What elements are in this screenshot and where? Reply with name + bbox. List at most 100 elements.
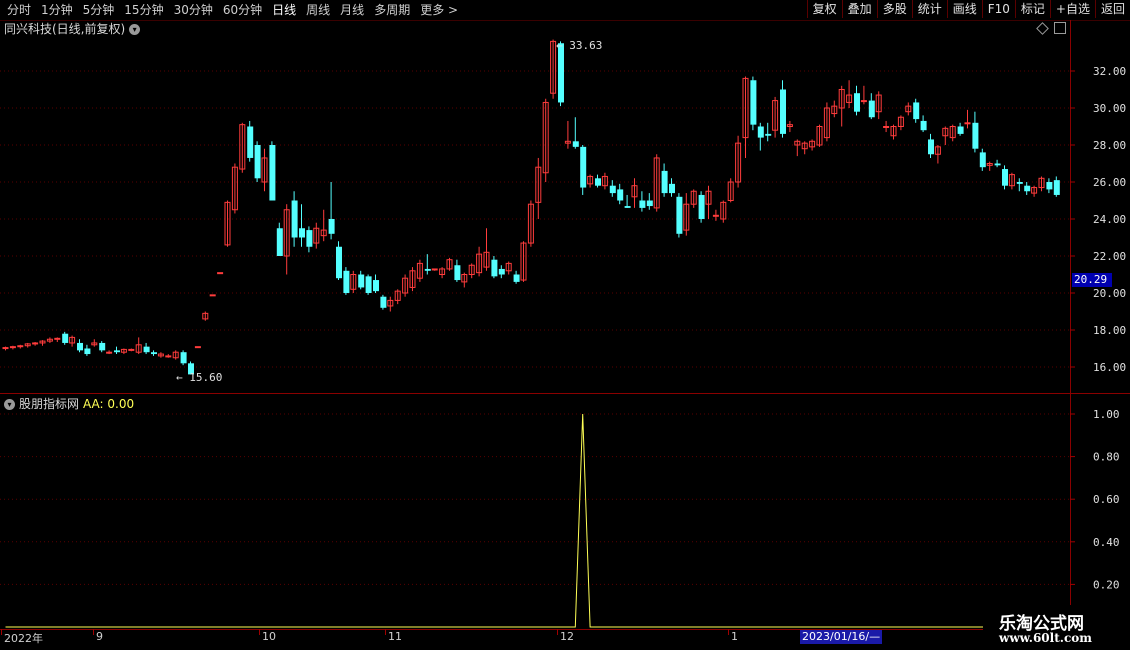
candle-body — [624, 206, 631, 208]
candle-body — [254, 145, 261, 179]
indicator-axis-label: 1.00 — [1093, 408, 1120, 421]
candle-body — [609, 185, 616, 194]
candle-body — [217, 272, 224, 275]
candle-body — [580, 146, 587, 188]
indicator-name: 股朋指标网 — [19, 397, 80, 411]
candle-body — [595, 178, 601, 186]
candle-body — [2, 347, 9, 350]
candle-body — [299, 228, 305, 238]
indicator-axis-label: 0.80 — [1093, 451, 1120, 464]
price-axis-label: 22.00 — [1093, 250, 1126, 263]
candle-body — [128, 348, 135, 351]
candle-body — [639, 200, 646, 208]
indicator-aa-line — [5, 413, 1070, 628]
candle-body — [328, 219, 335, 234]
price-axis-label: 18.00 — [1093, 324, 1126, 337]
candle-body — [1053, 180, 1060, 195]
candle-body — [9, 346, 16, 349]
date-tick — [728, 629, 729, 635]
price-axis-label: 20.00 — [1093, 287, 1126, 300]
candle-body — [84, 348, 91, 355]
candle-body — [498, 268, 505, 275]
candle-body — [920, 120, 927, 131]
candle-body — [957, 126, 964, 134]
date-tick — [557, 629, 558, 635]
candle-body — [106, 351, 113, 354]
candle-body — [358, 274, 365, 288]
date-cursor-label: 2023/01/16/— — [800, 630, 883, 644]
indicator-title: ▾ 股朋指标网 AA: 0.00 — [4, 397, 134, 411]
candle-body — [883, 126, 890, 128]
candle-body — [994, 163, 1001, 166]
candle-body — [99, 342, 106, 351]
candle-body — [151, 352, 157, 355]
date-tick — [385, 629, 386, 635]
candle-body — [913, 102, 920, 120]
date-axis-label: 10 — [262, 630, 276, 643]
candle-body — [209, 294, 216, 297]
candle-body — [1002, 169, 1008, 186]
candle-body — [114, 350, 120, 353]
candle-body — [17, 345, 24, 348]
candle-body — [431, 268, 438, 271]
candle-body — [646, 200, 653, 207]
candle-body — [617, 189, 624, 201]
candle-body — [661, 170, 668, 194]
candle-body — [343, 270, 350, 293]
candle-body — [306, 230, 313, 247]
high-annotation: ← 33.63 — [556, 39, 602, 52]
kline-chart[interactable]: 32.00 30.00 28.00 26.00 24.00 22.00 20.00 18.00… — [0, 0, 1130, 650]
candle-body — [712, 214, 719, 217]
price-axis-label: 28.00 — [1093, 139, 1126, 152]
price-axis-label: 30.00 — [1093, 102, 1126, 115]
date-axis-label: 2022年 — [4, 632, 43, 645]
candle-body — [194, 346, 201, 349]
date-axis-label: 11 — [388, 630, 402, 643]
candle-body — [269, 145, 276, 201]
candle-body — [247, 126, 254, 158]
candle-body — [1024, 185, 1031, 192]
current-price-flag: 20.29 — [1072, 273, 1112, 287]
candle-body — [860, 100, 867, 103]
candle-body — [424, 268, 431, 271]
candle-body — [77, 342, 83, 351]
candle-body — [964, 122, 971, 125]
candle-body — [750, 80, 757, 125]
candle-body — [928, 139, 934, 155]
date-axis-label: 12 — [560, 630, 574, 643]
candle-body — [276, 228, 283, 256]
indicator-axis-label: 0.40 — [1093, 536, 1120, 549]
date-axis-label: 1 — [731, 630, 738, 643]
candle-body — [380, 296, 387, 308]
candle-body — [165, 355, 172, 358]
candle-body — [373, 280, 379, 292]
candle-body — [854, 93, 860, 112]
indicator-axis-label: 0.20 — [1093, 578, 1120, 591]
watermark-line2: www.60lt.com — [999, 631, 1092, 645]
candle-body — [291, 200, 298, 238]
candle-body — [698, 194, 705, 219]
candle-body — [572, 141, 579, 147]
indicator-value: AA: 0.00 — [83, 397, 135, 411]
date-axis-label: 9 — [96, 630, 103, 643]
candle-body — [513, 274, 520, 282]
candle-body — [765, 133, 772, 136]
candle-body — [868, 100, 875, 118]
candle-body — [454, 265, 461, 281]
date-tick — [259, 629, 260, 635]
date-tick — [1, 629, 2, 635]
candle-body — [1046, 182, 1053, 190]
chevron-down-icon[interactable]: ▾ — [4, 398, 15, 410]
candle-body — [336, 246, 342, 279]
date-axis: 2022年 9 10 11 12 1 — [0, 629, 1130, 650]
candle-body — [676, 196, 683, 234]
candle-body — [180, 352, 187, 364]
candle-body — [32, 342, 39, 345]
watermark-logo: 乐淘公式网 www.60lt.com — [983, 605, 1130, 650]
candle-body — [972, 122, 979, 149]
candle-body — [757, 126, 764, 138]
price-axis-label: 16.00 — [1093, 361, 1126, 374]
candle-body — [979, 152, 986, 168]
candle-body — [54, 337, 61, 340]
price-axis-label: 26.00 — [1093, 176, 1126, 189]
